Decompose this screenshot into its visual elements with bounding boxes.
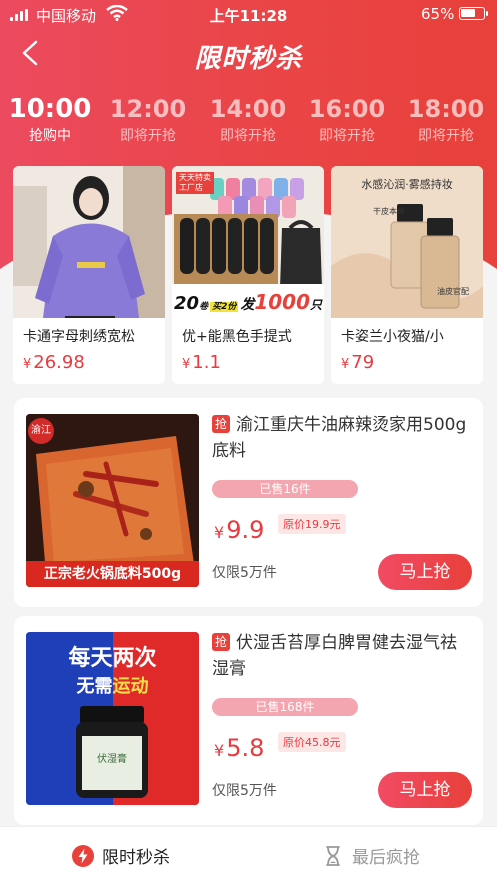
product-image-trash-bags: 天天特卖 工厂店 20卷 买2份 发1000只 [172, 166, 324, 318]
currency-symbol: ¥ [23, 357, 32, 372]
page-title: 限时秒杀 [194, 44, 303, 74]
tab-status: 抢购中 [29, 128, 71, 144]
image-promo: 买2份 [210, 302, 239, 312]
item-title-text: 伏湿舌苔厚白脾胃健去湿气祛湿膏 [212, 633, 457, 679]
battery-icon [459, 7, 488, 20]
tab-1800[interactable]: 18:00 即将开抢 [396, 92, 496, 146]
nav-flash-sale[interactable]: 限时秒杀 [72, 843, 170, 868]
product-image-hoodie [13, 166, 165, 318]
sale-price: ¥5.8 [214, 734, 264, 762]
sold-progress-bar: 已售16件 [212, 480, 358, 498]
flash-sale-item[interactable]: 渝江 正宗老火锅底料500g 抢渝江重庆牛油麻辣烫家用500g底料 已售16件 … [14, 398, 483, 607]
currency-symbol: ¥ [214, 741, 225, 760]
price-value: 79 [351, 352, 375, 373]
tab-status: 即将开抢 [418, 128, 474, 144]
bottom-nav: 限时秒杀 最后疯抢 [0, 826, 497, 883]
image-promo: 卷 [199, 302, 209, 312]
product-image-foundation: 水感沁润·雾感持妆 干皮本命 油皮官配 [331, 166, 483, 318]
tab-time: 18:00 [407, 95, 485, 123]
original-price: 原价45.8元 [278, 732, 346, 752]
image-caption: 正宗老火锅底料500g [26, 561, 199, 587]
image-badge-sub: 工厂店 [179, 183, 203, 192]
image-caption: 干皮本命 [373, 207, 405, 216]
tab-status: 即将开抢 [319, 128, 375, 144]
sale-price: ¥9.9 [214, 516, 264, 544]
tab-status: 即将开抢 [120, 128, 176, 144]
currency-symbol: ¥ [214, 523, 225, 542]
image-brand-badge: 渝江 [28, 418, 54, 444]
hourglass-icon [326, 846, 340, 866]
image-caption: 油皮官配 [437, 287, 469, 296]
nav-label: 最后疯抢 [352, 848, 420, 868]
top-product-card-hoodie[interactable]: 卡通字母刺绣宽松 ¥26.98 [13, 166, 165, 384]
top-product-card-trash-bags[interactable]: 天天特卖 工厂店 20卷 买2份 发1000只 优+能黑色手提式 ¥1.1 [172, 166, 324, 384]
product-name: 优+能黑色手提式 [182, 329, 292, 345]
tab-time: 12:00 [109, 95, 187, 123]
item-title: 抢伏湿舌苔厚白脾胃健去湿气祛湿膏 [212, 630, 470, 682]
price-value: 26.98 [33, 352, 85, 373]
item-title: 抢渝江重庆牛油麻辣烫家用500g底料 [212, 412, 470, 464]
tab-1000[interactable]: 10:00 抢购中 [0, 92, 100, 146]
stock-limit: 仅限5万件 [212, 783, 277, 799]
flash-sale-item[interactable]: 每天两次 无需运动 伏湿膏 抢伏湿舌苔厚白脾胃健去湿气祛湿膏 已售168件 ¥5… [14, 616, 483, 825]
image-promo: 只 [310, 298, 323, 312]
jar-label: 伏湿膏 [97, 754, 127, 765]
product-price: ¥1.1 [172, 346, 324, 373]
currency-symbol: ¥ [341, 357, 350, 372]
tab-status: 即将开抢 [220, 128, 276, 144]
grab-tag: 抢 [212, 633, 230, 651]
status-bar: 中国移动 上午11:28 65% [0, 0, 497, 30]
product-name: 卡姿兰小夜猫/小 [341, 329, 444, 345]
tab-1200[interactable]: 12:00 即将开抢 [98, 92, 198, 146]
tab-1400[interactable]: 14:00 即将开抢 [198, 92, 298, 146]
tab-time: 10:00 [8, 94, 92, 124]
original-price: 原价19.9元 [278, 514, 346, 534]
nav-label: 限时秒杀 [102, 848, 170, 868]
tab-1600[interactable]: 16:00 即将开抢 [297, 92, 397, 146]
buy-now-button[interactable]: 马上抢 [378, 772, 472, 808]
nav-last-chance[interactable]: 最后疯抢 [322, 843, 420, 868]
image-caption: 水感沁润·雾感持妆 [361, 178, 453, 191]
tab-time: 14:00 [209, 95, 287, 123]
item-title-text: 渝江重庆牛油麻辣烫家用500g底料 [212, 415, 467, 461]
price-value: 9.9 [226, 516, 265, 544]
stock-limit: 仅限5万件 [212, 565, 277, 581]
buy-now-button[interactable]: 马上抢 [378, 554, 472, 590]
product-name: 卡通字母刺绣宽松 [23, 329, 135, 345]
price-value: 1.1 [192, 352, 221, 373]
image-promo: 20 [174, 293, 200, 314]
product-price: ¥26.98 [13, 346, 165, 373]
image-badge: 天天特卖 [179, 173, 211, 182]
image-promo: 1000 [254, 290, 311, 314]
time-tabs: 10:00 抢购中 12:00 即将开抢 14:00 即将开抢 16:00 即将… [0, 92, 497, 152]
price-value: 5.8 [226, 734, 265, 762]
currency-symbol: ¥ [182, 357, 191, 372]
battery-percent: 65% [421, 5, 455, 23]
item-image-hotpot: 渝江 正宗老火锅底料500g [26, 414, 199, 587]
lightning-icon [72, 845, 94, 867]
top-product-card-foundation[interactable]: 水感沁润·雾感持妆 干皮本命 油皮官配 卡姿兰小夜猫/小 ¥79 [331, 166, 483, 384]
item-image-dampness-paste: 每天两次 无需运动 伏湿膏 [26, 632, 199, 805]
sold-progress-bar: 已售168件 [212, 698, 358, 716]
grab-tag: 抢 [212, 415, 230, 433]
image-promo: 发 [240, 297, 255, 313]
tab-time: 16:00 [308, 95, 386, 123]
product-price: ¥79 [331, 346, 483, 373]
